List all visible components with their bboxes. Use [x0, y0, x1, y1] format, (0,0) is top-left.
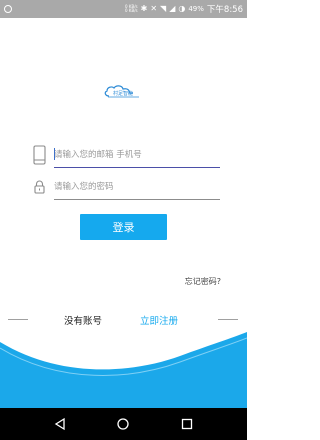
logo-text: 村足智能 [113, 91, 134, 97]
phone-icon [30, 144, 48, 166]
recents-icon[interactable] [178, 415, 196, 433]
system-nav-bar [0, 408, 247, 440]
signal-icon: ◢ [169, 4, 176, 13]
no-account-label: 没有账号 [64, 316, 103, 327]
password-row [30, 176, 220, 200]
password-underline [54, 199, 220, 200]
bluetooth-icon: ✱ [140, 4, 148, 13]
divider-left [8, 319, 28, 320]
status-bar: 0 KB/s 0 KB/s ✱ ✕ ◥ ◢ ◑ 49% 下午8:56 [0, 0, 247, 18]
divider-right [218, 319, 238, 320]
account-row [30, 144, 220, 168]
back-icon[interactable] [51, 415, 69, 433]
forgot-password-link[interactable]: 忘记密码? [185, 276, 221, 287]
home-icon[interactable] [114, 415, 132, 433]
login-screen: 0 KB/s 0 KB/s ✱ ✕ ◥ ◢ ◑ 49% 下午8:56 村足智能 [0, 0, 247, 440]
battery-level: 49% [188, 5, 204, 13]
register-link[interactable]: 立即注册 [140, 313, 178, 327]
footer-wave [0, 332, 247, 408]
account-input[interactable] [54, 146, 220, 164]
mute-icon: ✕ [150, 4, 158, 13]
notification-icon [4, 5, 12, 13]
lock-icon [30, 176, 48, 198]
account-underline [54, 166, 220, 168]
login-button[interactable]: 登录 [80, 214, 167, 240]
battery-icon: ◑ [178, 4, 186, 13]
net-speed: 0 KB/s 0 KB/s [125, 5, 138, 13]
password-input[interactable] [54, 178, 220, 196]
text-caret [54, 148, 55, 160]
wifi-icon: ◥ [160, 4, 167, 13]
clock: 下午8:56 [206, 5, 243, 15]
app-logo: 村足智能 [103, 84, 145, 100]
net-speed-down: 0 KB/s [125, 8, 138, 13]
